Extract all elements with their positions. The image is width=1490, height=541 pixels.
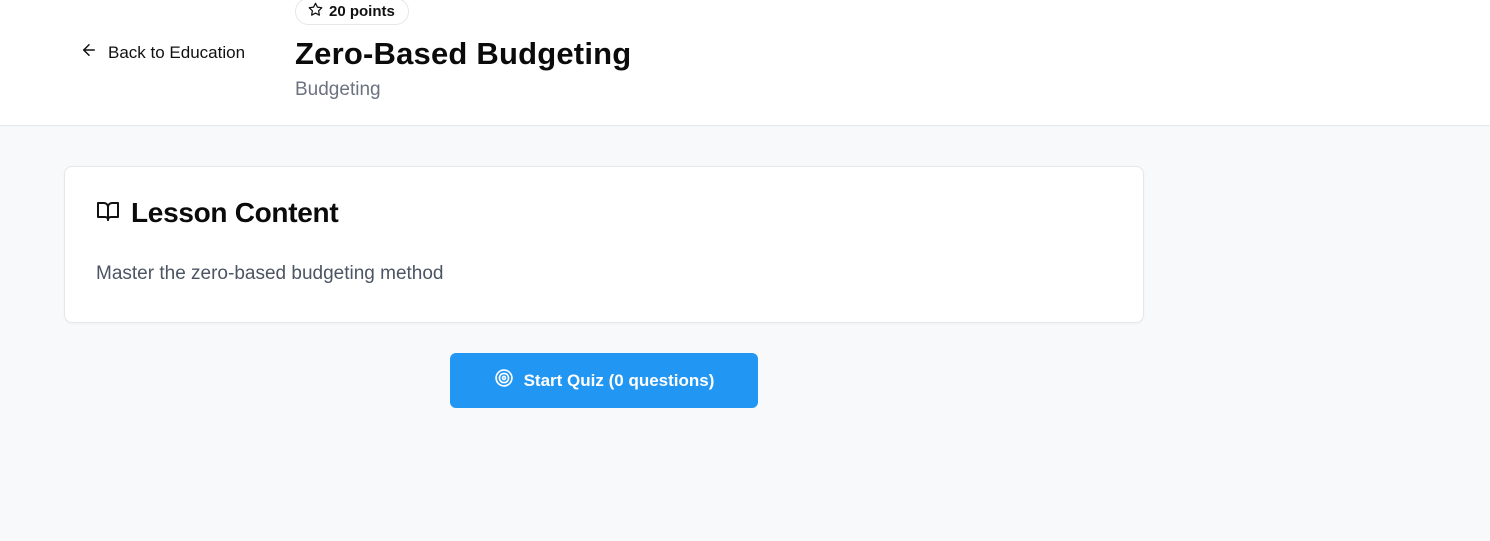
lesson-content-heading: Lesson Content <box>96 197 339 229</box>
arrow-left-icon <box>80 41 98 64</box>
lesson-content-card: Lesson Content Master the zero-based bud… <box>64 166 1144 323</box>
book-open-icon <box>96 199 120 228</box>
lesson-category: Budgeting <box>295 79 381 100</box>
start-quiz-label: Start Quiz (0 questions) <box>523 370 715 390</box>
lesson-description: Master the zero-based budgeting method <box>96 263 444 284</box>
lesson-header: Back to Education 20 points Zero-Based B… <box>0 0 1490 126</box>
target-icon <box>494 368 514 393</box>
card-title: Lesson Content <box>131 197 339 228</box>
points-label: 20 points <box>329 3 395 20</box>
start-quiz-button[interactable]: Start Quiz (0 questions) <box>450 353 758 408</box>
page-title: Zero-Based Budgeting <box>295 36 632 71</box>
back-link-label: Back to Education <box>108 42 246 62</box>
star-icon <box>308 2 323 21</box>
points-badge: 20 points <box>295 0 409 25</box>
back-to-education-link[interactable]: Back to Education <box>80 41 245 64</box>
